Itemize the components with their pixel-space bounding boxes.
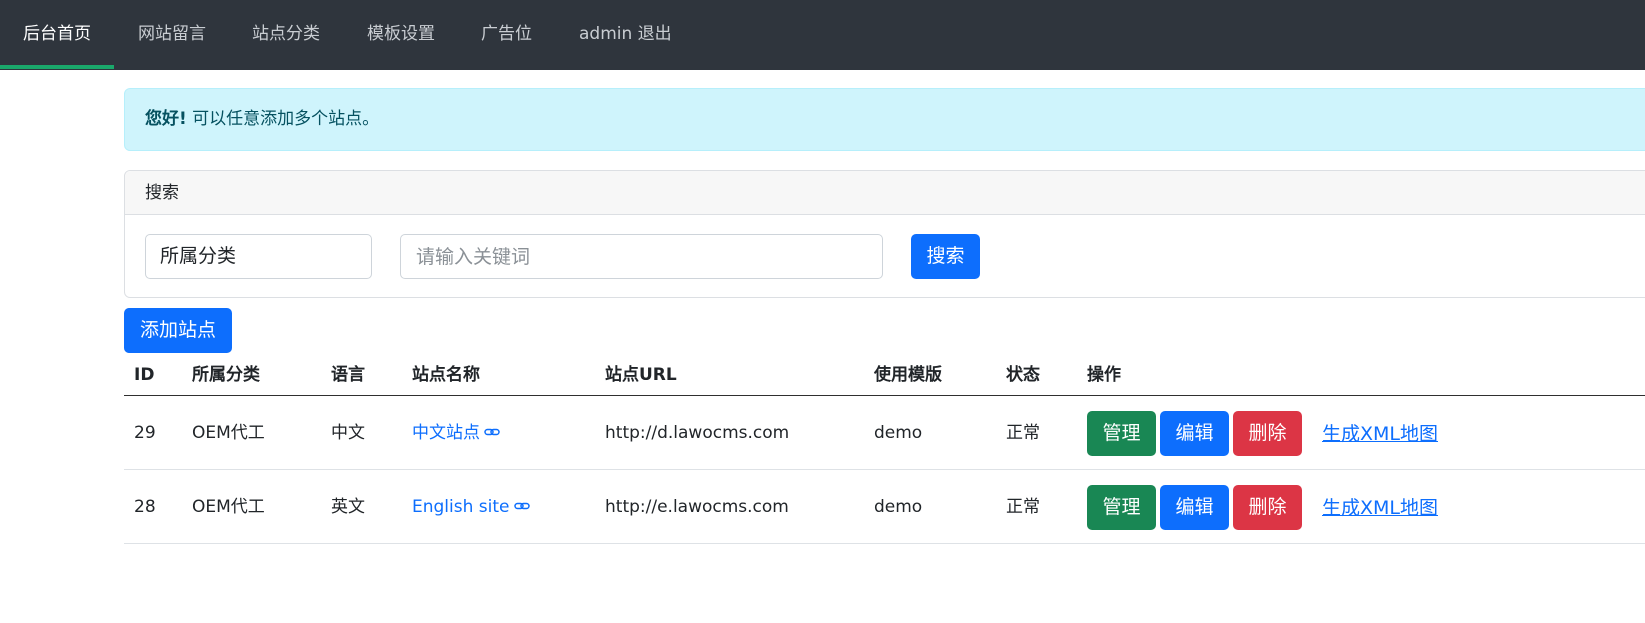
active-nav-indicator [0, 65, 114, 69]
table-row: 29 OEM代工 中文 中文站点 http://d.lawocms.com de… [124, 396, 1645, 470]
generate-xml-sitemap-link[interactable]: 生成XML地图 [1322, 470, 1438, 546]
cell-status: 正常 [1006, 497, 1040, 517]
nav-item-messages[interactable]: 网站留言 [138, 0, 206, 70]
column-header-status: 状态 [1006, 365, 1040, 385]
nav-item-template-settings[interactable]: 模板设置 [367, 0, 435, 70]
link-icon [513, 502, 530, 510]
column-header-category: 所属分类 [192, 365, 260, 385]
manage-button[interactable]: 管理 [1087, 485, 1156, 530]
cell-template: demo [874, 423, 923, 443]
search-button[interactable]: 搜索 [911, 234, 980, 279]
table-row: 28 OEM代工 英文 English site http://e.lawocm… [124, 470, 1645, 544]
cell-category: OEM代工 [192, 423, 265, 443]
column-header-site-url: 站点URL [605, 365, 677, 385]
sites-table-header: ID 所属分类 语言 站点名称 站点URL 使用模版 状态 操作 [124, 355, 1645, 396]
search-card-header: 搜索 [125, 171, 1645, 215]
keyword-input[interactable] [400, 234, 883, 279]
nav-item-home[interactable]: 后台首页 [23, 0, 91, 70]
cell-id: 28 [134, 497, 156, 517]
add-site-button[interactable]: 添加站点 [124, 308, 232, 353]
category-select[interactable]: 所属分类 [145, 234, 372, 279]
site-name-link[interactable]: English site [412, 470, 530, 544]
alert-message: 可以任意添加多个站点。 [186, 109, 380, 129]
cell-url: http://d.lawocms.com [605, 423, 790, 443]
delete-button[interactable]: 删除 [1233, 485, 1302, 530]
nav-item-logout[interactable]: admin 退出 [579, 0, 672, 70]
site-name-link[interactable]: 中文站点 [412, 396, 500, 470]
top-navbar: 后台首页 网站留言 站点分类 模板设置 广告位 admin 退出 [0, 0, 1645, 70]
site-name-label: 中文站点 [412, 423, 480, 443]
info-alert: 您好! 可以任意添加多个站点。 [124, 88, 1645, 151]
cell-id: 29 [134, 423, 156, 443]
cell-category: OEM代工 [192, 497, 265, 517]
alert-greeting: 您好! [145, 109, 187, 129]
link-icon [484, 428, 500, 436]
nav-item-ad-slots[interactable]: 广告位 [481, 0, 532, 70]
cell-status: 正常 [1006, 423, 1040, 443]
cell-language: 中文 [331, 423, 365, 443]
column-header-actions: 操作 [1087, 365, 1121, 385]
cell-template: demo [874, 497, 923, 517]
nav-item-site-categories[interactable]: 站点分类 [252, 0, 320, 70]
edit-button[interactable]: 编辑 [1160, 485, 1229, 530]
delete-button[interactable]: 删除 [1233, 411, 1302, 456]
column-header-template: 使用模版 [874, 365, 942, 385]
column-header-language: 语言 [331, 365, 365, 385]
cell-url: http://e.lawocms.com [605, 497, 789, 517]
manage-button[interactable]: 管理 [1087, 411, 1156, 456]
edit-button[interactable]: 编辑 [1160, 411, 1229, 456]
cell-language: 英文 [331, 497, 365, 517]
site-name-label: English site [412, 497, 510, 517]
column-header-site-name: 站点名称 [412, 365, 480, 385]
search-card: 搜索 所属分类 搜索 [124, 170, 1645, 298]
generate-xml-sitemap-link[interactable]: 生成XML地图 [1322, 396, 1438, 472]
column-header-id: ID [134, 365, 155, 385]
